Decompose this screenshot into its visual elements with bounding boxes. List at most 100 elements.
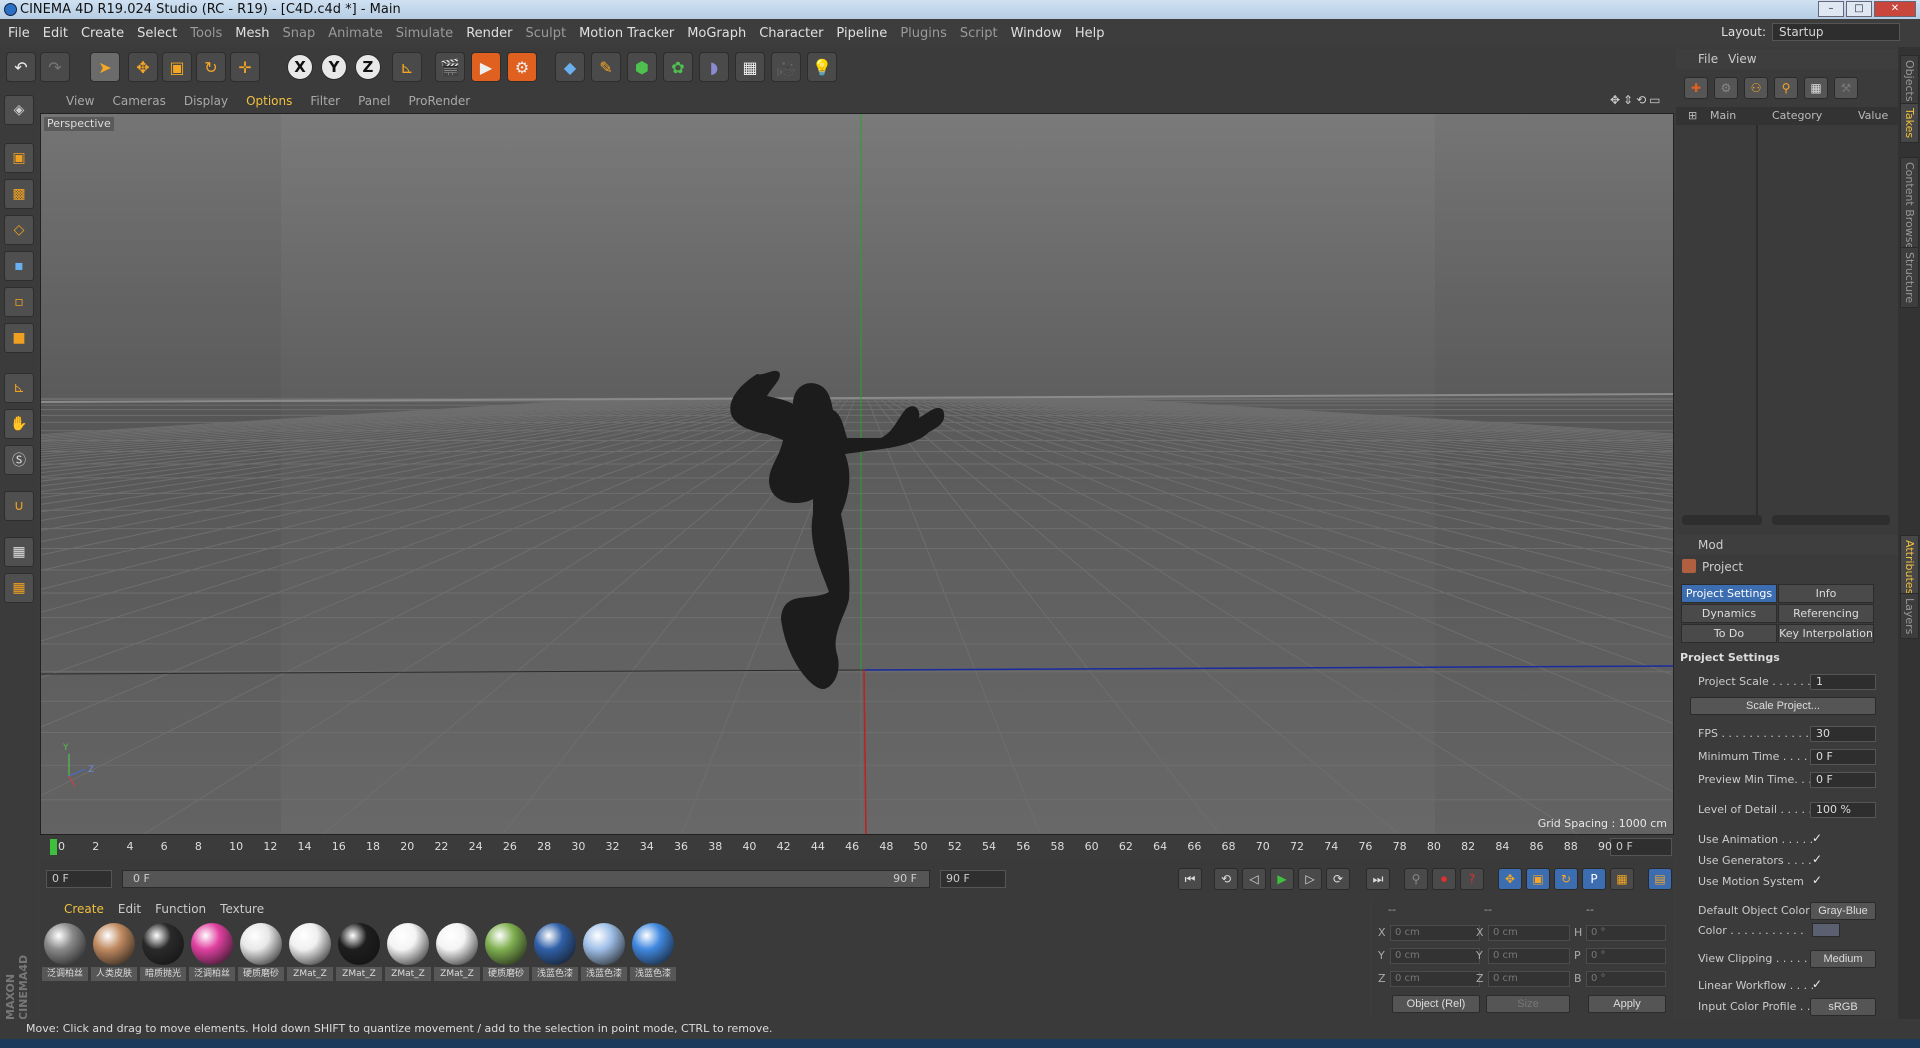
- menu-plugins[interactable]: Plugins: [900, 26, 947, 41]
- material-swatch[interactable]: ZMat_Z: [434, 921, 480, 985]
- project-scale-field[interactable]: 1: [1810, 674, 1876, 690]
- lock-workplane-icon[interactable]: ▦: [4, 537, 34, 567]
- magnet-icon[interactable]: ∪: [4, 491, 34, 521]
- menu-window[interactable]: Window: [1011, 26, 1062, 41]
- menu-select[interactable]: Select: [137, 26, 177, 41]
- default-object-color-select[interactable]: Gray-Blue: [1810, 902, 1876, 920]
- side-tab-takes[interactable]: Takes: [1900, 103, 1919, 144]
- menu-script[interactable]: Script: [960, 26, 998, 41]
- menu-motion-tracker[interactable]: Motion Tracker: [579, 26, 674, 41]
- take-render-icon[interactable]: ▦: [1804, 77, 1828, 99]
- takes-scrollbar-left[interactable]: [1682, 515, 1762, 525]
- floor-object-icon[interactable]: ▦: [735, 52, 765, 82]
- viewport-nav-icons[interactable]: ✥⇕⟲▭: [1610, 93, 1664, 107]
- input-color-profile-select[interactable]: sRGB: [1810, 998, 1876, 1016]
- scale-project-button[interactable]: Scale Project...: [1690, 697, 1876, 715]
- fps-field[interactable]: 30: [1810, 726, 1876, 742]
- material-swatch[interactable]: 暗质抛光: [140, 921, 186, 985]
- maximize-button[interactable]: □: [1846, 1, 1872, 17]
- perspective-viewport[interactable]: Y Z Perspective Grid Spacing : 1000 cm: [40, 113, 1674, 835]
- material-swatch[interactable]: 泛调柏丝: [189, 921, 235, 985]
- redo-icon[interactable]: ↷: [40, 52, 70, 82]
- viewport-menu-filter[interactable]: Filter: [310, 94, 340, 108]
- objects-menu-file[interactable]: File: [1698, 52, 1718, 66]
- coord-pos-field[interactable]: 0 cm: [1390, 971, 1480, 987]
- snapping-icon[interactable]: Ⓢ: [4, 445, 34, 475]
- render-picture-viewer-icon[interactable]: ▶: [471, 52, 501, 82]
- coord-rot-field[interactable]: 0 °: [1586, 971, 1666, 987]
- tweak-mode-icon[interactable]: ✋: [4, 409, 34, 439]
- current-frame-field[interactable]: 0 F: [1610, 838, 1672, 856]
- material-swatch[interactable]: 浅蓝色漆: [532, 921, 578, 985]
- deformer-icon[interactable]: ◗: [699, 52, 729, 82]
- menu-mograph[interactable]: MoGraph: [687, 26, 746, 41]
- timeline-window-icon[interactable]: ▤: [1648, 868, 1672, 890]
- render-settings-icon[interactable]: ⚙: [507, 52, 537, 82]
- material-swatch[interactable]: 泛调柏丝: [42, 921, 88, 985]
- menu-snap[interactable]: Snap: [283, 26, 316, 41]
- coord-size-field[interactable]: 0 cm: [1488, 948, 1570, 964]
- material-swatch[interactable]: 浅蓝色漆: [630, 921, 676, 985]
- material-swatch[interactable]: 浅蓝色漆: [581, 921, 627, 985]
- viewport-menu-panel[interactable]: Panel: [358, 94, 390, 108]
- menu-file[interactable]: File: [8, 26, 30, 41]
- view-clipping-select[interactable]: Medium: [1810, 950, 1876, 968]
- side-tab-structure[interactable]: Structure: [1900, 247, 1919, 309]
- menu-create[interactable]: Create: [81, 26, 124, 41]
- viewport-menu-cameras[interactable]: Cameras: [112, 94, 165, 108]
- coord-rot-field[interactable]: 0 °: [1586, 948, 1666, 964]
- subdivision-surface-icon[interactable]: ⬢: [627, 52, 657, 82]
- tab-info[interactable]: Info: [1778, 584, 1874, 603]
- take-override-icon[interactable]: ⚙: [1714, 77, 1738, 99]
- planar-workplane-icon[interactable]: ▦: [4, 573, 34, 603]
- linear-workflow-checkbox[interactable]: ✓: [1812, 977, 1822, 991]
- light-icon[interactable]: 💡: [807, 52, 837, 82]
- coord-rot-field[interactable]: 0 °: [1586, 925, 1666, 941]
- polygons-mode-icon[interactable]: ■: [4, 323, 34, 353]
- record-icon[interactable]: ⏺: [1432, 868, 1456, 890]
- scale-tool-icon[interactable]: ▣: [162, 52, 192, 82]
- pen-spline-icon[interactable]: ✎: [591, 52, 621, 82]
- minimize-button[interactable]: –: [1818, 1, 1844, 17]
- end-frame-field[interactable]: 90 F: [940, 870, 1006, 888]
- prev-frame-icon[interactable]: ◁: [1242, 868, 1266, 890]
- preview-min-time-field[interactable]: 0 F: [1810, 772, 1876, 788]
- workplane-mode-icon[interactable]: ◇: [4, 215, 34, 245]
- use-animation-checkbox[interactable]: ✓: [1812, 831, 1822, 845]
- use-generators-checkbox[interactable]: ✓: [1812, 852, 1822, 866]
- material-menu-edit[interactable]: Edit: [118, 902, 141, 916]
- rotate-tool-icon[interactable]: ↻: [196, 52, 226, 82]
- material-swatch[interactable]: 人类皮肤: [91, 921, 137, 985]
- level-of-detail-field[interactable]: 100 %: [1810, 802, 1876, 818]
- render-view-icon[interactable]: 🎬: [435, 52, 465, 82]
- material-menu-texture[interactable]: Texture: [220, 902, 264, 916]
- menu-character[interactable]: Character: [759, 26, 823, 41]
- tab-referencing[interactable]: Referencing: [1778, 604, 1874, 623]
- material-menu-create[interactable]: Create: [64, 902, 104, 916]
- side-tab-attributes[interactable]: Attributes: [1900, 535, 1919, 600]
- key-pla-icon[interactable]: ▦: [1610, 868, 1634, 890]
- coord-size-field[interactable]: 0 cm: [1488, 971, 1570, 987]
- take-filter-icon[interactable]: ⚒: [1834, 77, 1858, 99]
- texture-mode-icon[interactable]: ▩: [4, 179, 34, 209]
- material-swatch[interactable]: ZMat_Z: [385, 921, 431, 985]
- goto-start-icon[interactable]: ⏮: [1178, 868, 1202, 890]
- menu-mesh[interactable]: Mesh: [235, 26, 269, 41]
- key-scale-icon[interactable]: ▣: [1526, 868, 1550, 890]
- next-frame-icon[interactable]: ▷: [1298, 868, 1322, 890]
- playhead-marker[interactable]: [50, 839, 57, 855]
- color-swatch[interactable]: [1812, 923, 1840, 937]
- model-mode-icon[interactable]: ▣: [4, 143, 34, 173]
- range-slider[interactable]: 0 F 90 F: [122, 870, 930, 888]
- recent-tool-icon[interactable]: ✛: [230, 52, 260, 82]
- menu-render[interactable]: Render: [466, 26, 512, 41]
- edges-mode-icon[interactable]: ▫: [4, 287, 34, 317]
- material-swatch[interactable]: ZMat_Z: [287, 921, 333, 985]
- viewport-menu-view[interactable]: View: [66, 94, 94, 108]
- menu-help[interactable]: Help: [1075, 26, 1105, 41]
- menu-animate[interactable]: Animate: [328, 26, 382, 41]
- viewport-menu-display[interactable]: Display: [184, 94, 228, 108]
- axis-mode-icon[interactable]: ⊾: [4, 373, 34, 403]
- keyframe-icon[interactable]: ⚲: [1404, 868, 1428, 890]
- x-axis-lock-icon[interactable]: X: [287, 54, 313, 80]
